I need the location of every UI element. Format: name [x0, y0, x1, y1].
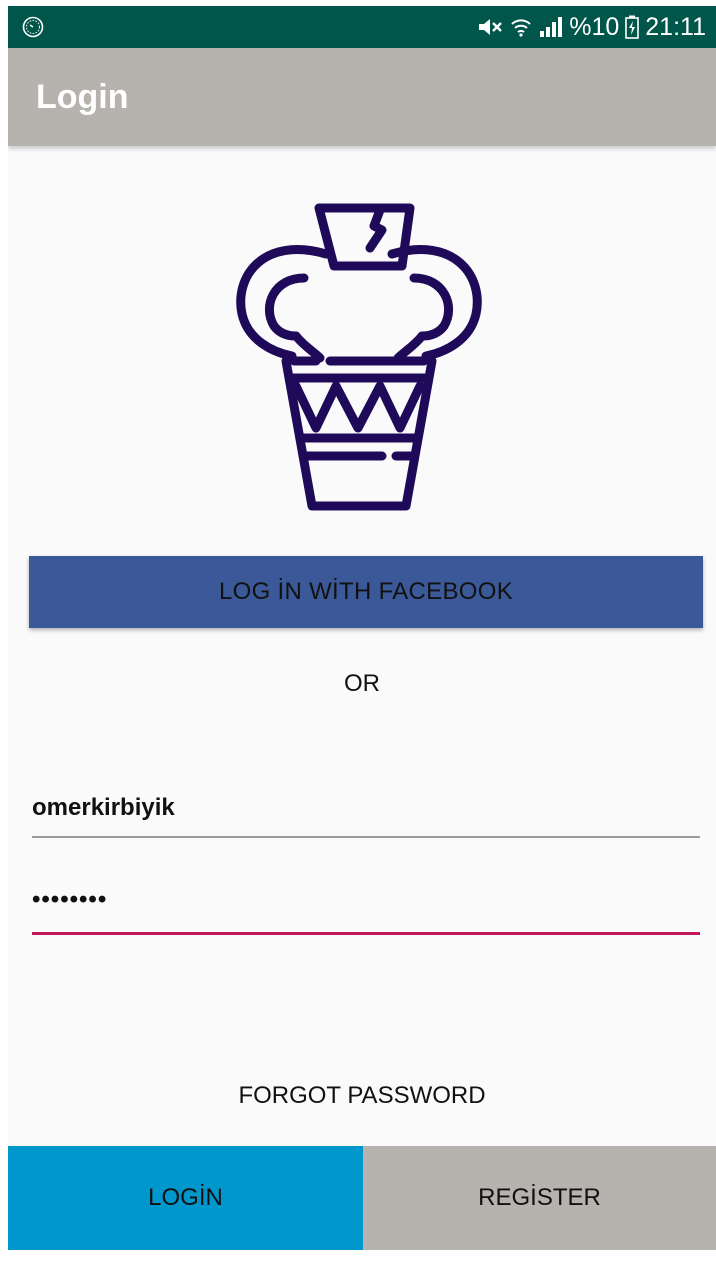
mute-icon: [479, 19, 503, 35]
login-button[interactable]: LOGİN: [8, 1146, 363, 1250]
password-field[interactable]: ••••••••: [32, 882, 700, 935]
username-field[interactable]: omerkirbiyik: [32, 786, 700, 838]
status-time: 21:11: [645, 12, 706, 41]
or-separator: OR: [344, 670, 380, 697]
wifi-icon: [511, 19, 531, 37]
page-title: Login: [36, 78, 129, 116]
forgot-password-button[interactable]: FORGOT PASSWORD: [8, 1082, 716, 1110]
clock-icon: [22, 16, 44, 38]
register-button[interactable]: REGİSTER: [363, 1146, 716, 1250]
battery-icon: [625, 15, 640, 39]
app-bar: Login: [8, 48, 716, 146]
facebook-login-button[interactable]: LOG İN WİTH FACEBOOK: [29, 556, 703, 628]
battery-percent: %10: [569, 12, 620, 41]
signal-icon: [540, 17, 563, 37]
amphora-vase-icon: [236, 203, 482, 511]
bottom-action-bar: LOGİN REGİSTER: [8, 1146, 716, 1250]
app-screen: %10 21:11 Login LOG İN WİTH FACEBOOK OR …: [8, 6, 716, 1250]
username-value: omerkirbiyik: [32, 794, 175, 821]
status-bar: %10 21:11: [8, 6, 716, 48]
password-value: ••••••••: [32, 886, 108, 913]
status-indicators: %10 21:11: [477, 6, 706, 48]
